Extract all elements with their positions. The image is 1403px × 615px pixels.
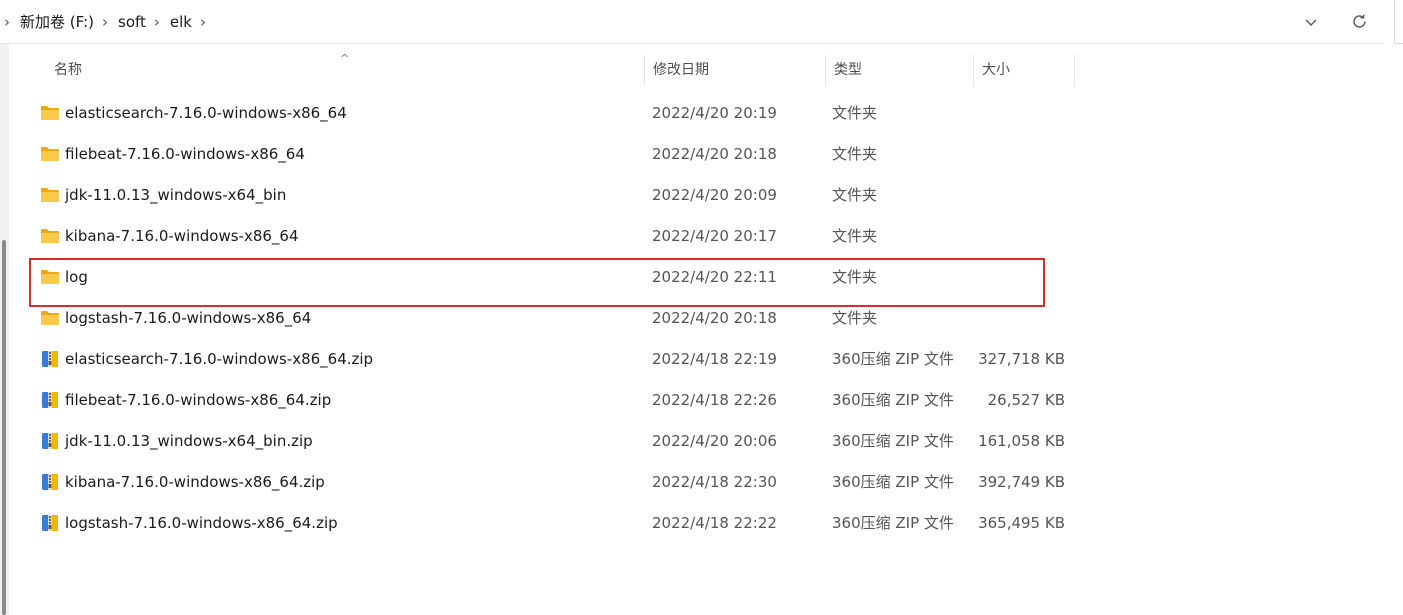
file-name[interactable]: filebeat-7.16.0-windows-x86_64.zip <box>65 380 331 421</box>
file-modified-date: 2022/4/18 22:22 <box>652 514 777 532</box>
file-size <box>965 216 1065 257</box>
breadcrumb-elk[interactable]: elk <box>166 13 196 31</box>
chevron-right-icon[interactable]: › <box>98 13 114 31</box>
file-name[interactable]: jdk-11.0.13_windows-x64_bin.zip <box>65 421 313 462</box>
column-header-size[interactable]: 大小 <box>974 55 1074 86</box>
file-row[interactable]: filebeat-7.16.0-windows-x86_64.zip 2022/4… <box>0 380 1080 421</box>
file-size <box>965 134 1065 175</box>
file-type: 文件夹 <box>832 186 878 204</box>
file-size: 327,718 KB <box>978 350 1065 368</box>
folder-icon <box>40 309 60 327</box>
zip-archive-icon <box>40 350 60 368</box>
file-type: 360压缩 ZIP 文件 <box>832 514 954 532</box>
zip-archive-icon <box>40 432 60 450</box>
folder-row[interactable]: kibana-7.16.0-windows-x86_64 2022/4/20 20… <box>0 216 1080 257</box>
column-header-type[interactable]: 类型 <box>826 55 973 86</box>
refresh-icon <box>1352 14 1366 28</box>
file-list: elasticsearch-7.16.0-windows-x86_64 2022/… <box>0 93 1080 544</box>
folder-row[interactable]: jdk-11.0.13_windows-x64_bin 2022/4/20 20:… <box>0 175 1080 216</box>
folder-icon <box>40 145 60 163</box>
zip-archive-icon <box>40 391 60 409</box>
folder-row[interactable]: elasticsearch-7.16.0-windows-x86_64 2022/… <box>0 93 1080 134</box>
column-header-row: ^ 名称 修改日期 类型 大小 <box>0 52 1080 86</box>
file-modified-date: 2022/4/20 20:09 <box>652 186 777 204</box>
breadcrumb-soft[interactable]: soft <box>114 13 150 31</box>
chevron-down-icon <box>1305 19 1317 26</box>
file-type: 360压缩 ZIP 文件 <box>832 350 954 368</box>
highlight-box <box>29 258 1045 307</box>
file-size: 26,527 KB <box>987 391 1065 409</box>
file-type: 360压缩 ZIP 文件 <box>832 473 954 491</box>
file-size: 161,058 KB <box>978 432 1065 450</box>
file-size <box>965 93 1065 134</box>
folder-icon <box>40 186 60 204</box>
file-modified-date: 2022/4/20 20:19 <box>652 104 777 122</box>
file-modified-date: 2022/4/20 20:17 <box>652 227 777 245</box>
column-divider[interactable] <box>1074 55 1075 86</box>
file-modified-date: 2022/4/20 20:06 <box>652 432 777 450</box>
file-modified-date: 2022/4/18 22:30 <box>652 473 777 491</box>
zip-archive-icon <box>40 514 60 532</box>
chevron-right-icon[interactable]: › <box>150 13 166 31</box>
file-type: 文件夹 <box>832 145 878 163</box>
file-name[interactable]: filebeat-7.16.0-windows-x86_64 <box>65 134 305 175</box>
file-size: 365,495 KB <box>978 514 1065 532</box>
file-row[interactable]: jdk-11.0.13_windows-x64_bin.zip 2022/4/20… <box>0 421 1080 462</box>
breadcrumb-drive[interactable]: 新加卷 (F:) <box>16 11 98 32</box>
file-size <box>965 175 1065 216</box>
file-modified-date: 2022/4/20 20:18 <box>652 145 777 163</box>
zip-archive-icon <box>40 473 60 491</box>
folder-icon <box>40 104 60 122</box>
file-type: 文件夹 <box>832 227 878 245</box>
address-history-dropdown[interactable] <box>1287 0 1335 43</box>
address-bar[interactable]: › 新加卷 (F:) › soft › elk › <box>0 0 1383 44</box>
file-type: 360压缩 ZIP 文件 <box>832 391 954 409</box>
file-row[interactable]: elasticsearch-7.16.0-windows-x86_64.zip 2… <box>0 339 1080 380</box>
chevron-right-icon[interactable]: › <box>196 13 212 31</box>
file-name[interactable]: kibana-7.16.0-windows-x86_64.zip <box>65 462 325 503</box>
file-name[interactable]: jdk-11.0.13_windows-x64_bin <box>65 175 286 216</box>
file-type: 文件夹 <box>832 104 878 122</box>
file-modified-date: 2022/4/18 22:19 <box>652 350 777 368</box>
file-name[interactable]: kibana-7.16.0-windows-x86_64 <box>65 216 299 257</box>
file-type: 360压缩 ZIP 文件 <box>832 432 954 450</box>
chevron-right-icon[interactable]: › <box>0 13 16 31</box>
column-header-name[interactable]: 名称 <box>46 55 644 86</box>
folder-icon <box>40 227 60 245</box>
file-name[interactable]: logstash-7.16.0-windows-x86_64.zip <box>65 503 338 544</box>
file-size: 392,749 KB <box>978 473 1065 491</box>
refresh-button[interactable] <box>1335 0 1383 43</box>
file-name[interactable]: elasticsearch-7.16.0-windows-x86_64.zip <box>65 339 373 380</box>
file-modified-date: 2022/4/18 22:26 <box>652 391 777 409</box>
file-name[interactable]: elasticsearch-7.16.0-windows-x86_64 <box>65 93 347 134</box>
folder-row[interactable]: filebeat-7.16.0-windows-x86_64 2022/4/20 … <box>0 134 1080 175</box>
search-box[interactable] <box>1394 0 1403 44</box>
file-row[interactable]: logstash-7.16.0-windows-x86_64.zip 2022/4… <box>0 503 1080 544</box>
column-header-date[interactable]: 修改日期 <box>645 55 825 86</box>
file-row[interactable]: kibana-7.16.0-windows-x86_64.zip 2022/4/1… <box>0 462 1080 503</box>
